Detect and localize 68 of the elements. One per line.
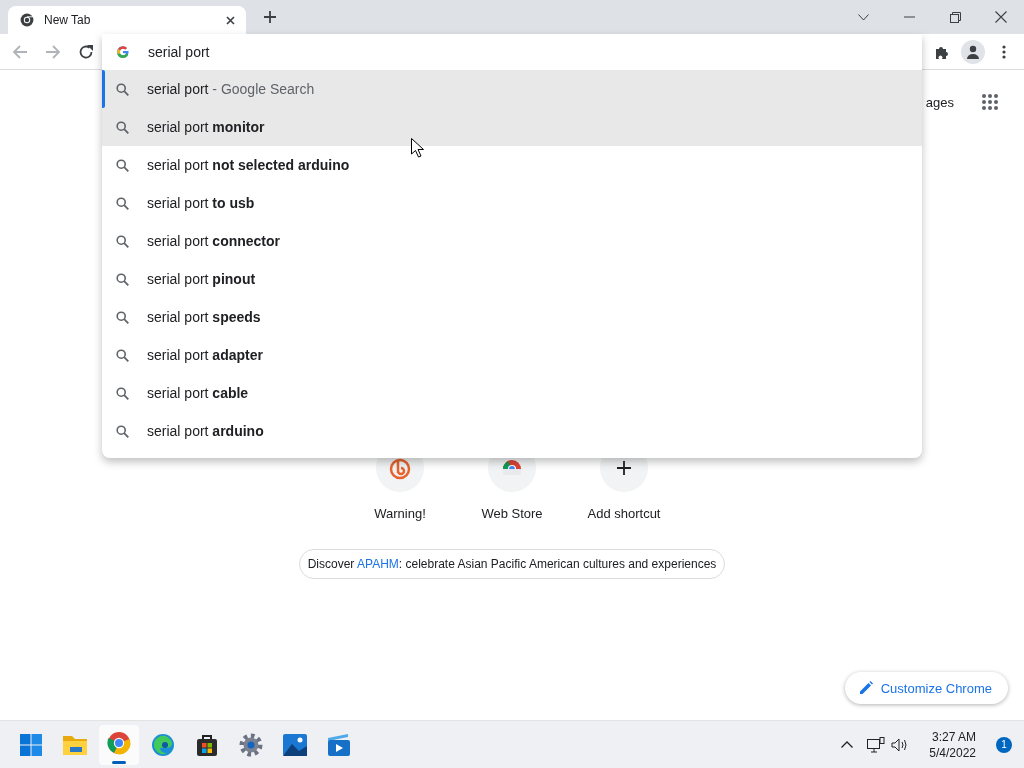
chevron-up-icon xyxy=(841,741,854,748)
menu-icon xyxy=(1002,44,1006,59)
gear-icon xyxy=(239,732,263,757)
search-icon xyxy=(116,310,129,324)
suggestion-text: serial port to usb xyxy=(147,195,255,211)
back-arrow-icon xyxy=(12,43,28,60)
media-player-icon xyxy=(326,732,352,757)
chrome-logo-icon xyxy=(20,13,34,27)
suggestion-text: serial port speeds xyxy=(147,309,261,325)
customize-chrome-button[interactable]: Customize Chrome xyxy=(844,672,1008,704)
suggestion-item[interactable]: serial port speeds xyxy=(102,298,922,336)
address-field[interactable]: serial port xyxy=(148,44,748,60)
suggestion-item[interactable]: serial port monitor xyxy=(102,108,922,146)
images-link[interactable]: ages xyxy=(925,94,954,110)
plus-icon xyxy=(264,11,276,23)
suggestion-text: serial port cable xyxy=(147,385,249,401)
notification-badge[interactable]: 1 xyxy=(996,736,1012,753)
reload-icon xyxy=(78,43,94,60)
close-icon xyxy=(225,15,235,25)
suggestion-item[interactable]: serial port pinout xyxy=(102,260,922,298)
minimize-icon xyxy=(903,16,915,18)
edge-logo-icon xyxy=(151,732,175,757)
search-icon xyxy=(116,120,129,134)
suggestion-text: serial port - Google Search xyxy=(147,81,315,97)
network-icon[interactable] xyxy=(867,736,886,753)
search-icon xyxy=(116,234,129,248)
mouse-pointer-icon xyxy=(411,138,424,158)
restore-icon xyxy=(949,11,961,23)
person-icon xyxy=(966,44,980,59)
suggestion-text: serial port monitor xyxy=(147,119,265,135)
search-icon xyxy=(116,158,129,172)
pencil-icon xyxy=(858,681,873,695)
volume-icon[interactable] xyxy=(891,737,910,752)
close-icon xyxy=(995,11,1007,23)
suggestion-item[interactable]: serial port arduino xyxy=(102,412,922,450)
clock-time[interactable]: 3:27 AM xyxy=(931,728,976,745)
plus-icon xyxy=(617,461,631,475)
search-icon xyxy=(116,386,129,400)
google-logo-icon xyxy=(116,45,130,59)
windows-logo-icon xyxy=(20,733,42,756)
suggestion-item[interactable]: serial port cable xyxy=(102,374,922,412)
suggestion-item[interactable]: serial port adapter xyxy=(102,336,922,374)
taskbar-app[interactable] xyxy=(99,724,139,765)
search-icon xyxy=(116,424,129,438)
search-icon xyxy=(116,82,129,96)
apps-grid-icon xyxy=(981,93,999,111)
folder-icon xyxy=(62,733,88,756)
photos-icon xyxy=(283,733,307,756)
suggestion-item[interactable]: serial port connector xyxy=(102,222,922,260)
promo-link[interactable]: APAHM xyxy=(357,557,399,571)
bitly-logo-icon xyxy=(388,456,412,480)
forward-arrow-icon xyxy=(45,43,61,60)
suggestion-text: serial port adapter xyxy=(147,347,263,363)
suggestion-item[interactable]: serial port not selected arduino xyxy=(102,146,922,184)
suggestion-text: serial port arduino xyxy=(147,423,264,439)
suggestion-item[interactable]: serial port - Google Search xyxy=(102,70,922,108)
suggestion-text: serial port connector xyxy=(147,233,281,249)
clock-date[interactable]: 5/4/2022 xyxy=(929,744,976,761)
promo-text: Discover APAHM: celebrate Asian Pacific American cultures and experiences xyxy=(298,549,726,579)
shopping-bag-icon xyxy=(196,732,218,757)
browser-tab[interactable]: New Tab xyxy=(8,6,246,34)
search-icon xyxy=(116,196,129,210)
suggestion-item[interactable]: serial port to usb xyxy=(102,184,922,222)
search-icon xyxy=(116,348,129,362)
search-icon xyxy=(116,272,129,286)
suggestion-text: serial port pinout xyxy=(147,271,256,287)
chevron-down-icon xyxy=(857,13,869,21)
suggestion-text: serial port not selected arduino xyxy=(147,157,350,173)
